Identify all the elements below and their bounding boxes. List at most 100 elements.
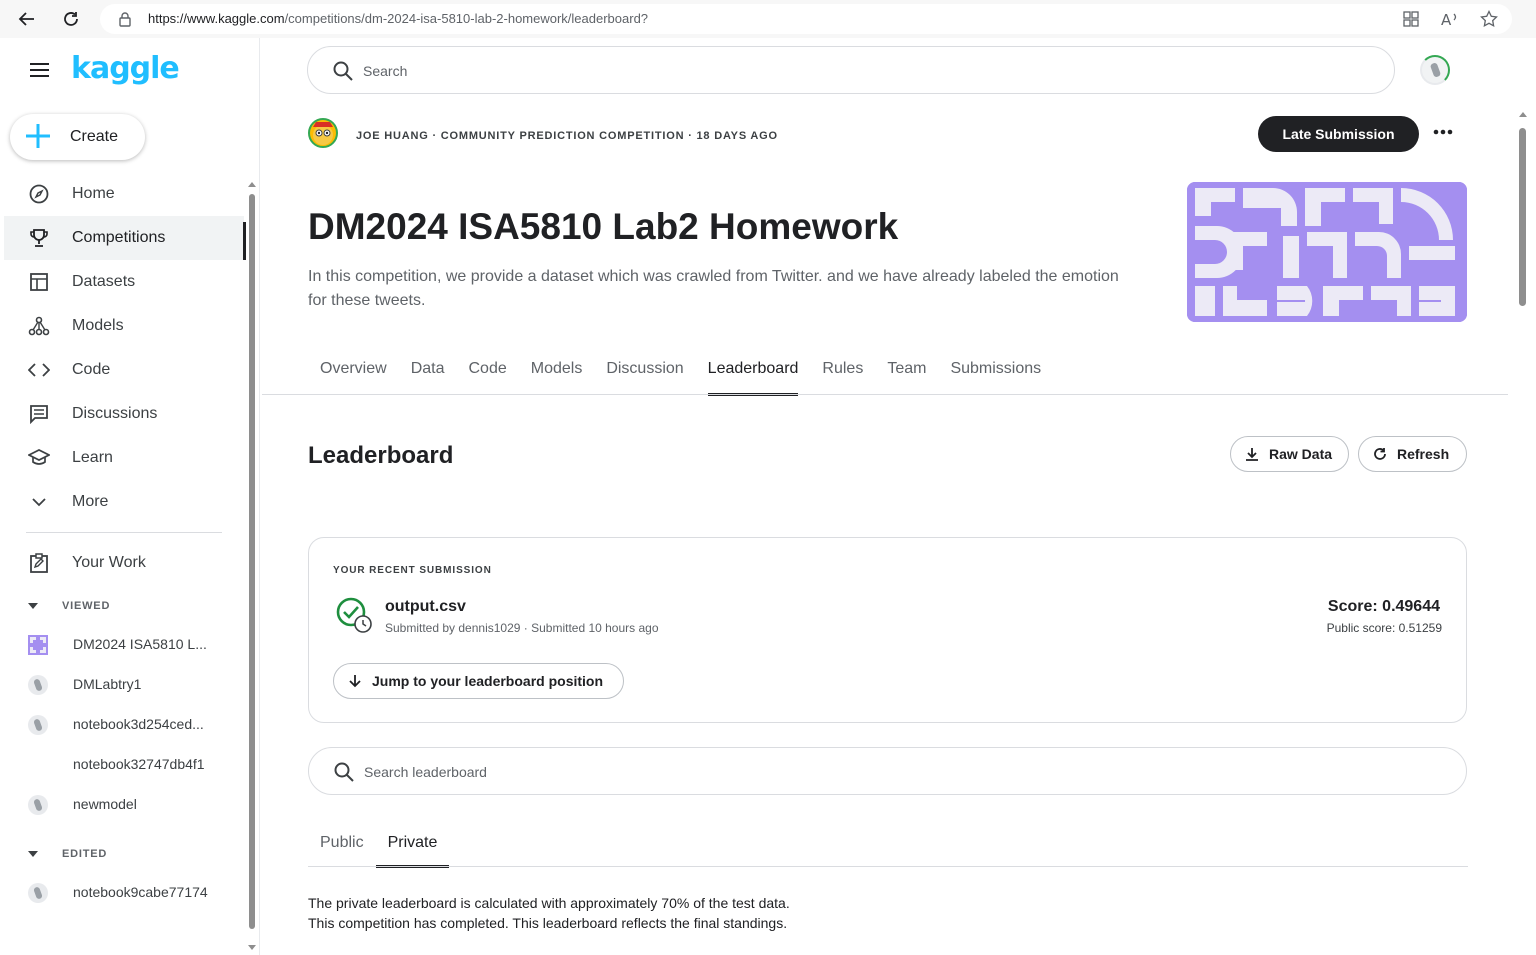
- address-bar[interactable]: https://www.kaggle.com/competitions/dm-2…: [100, 4, 1512, 34]
- tab-discussion[interactable]: Discussion: [606, 356, 683, 396]
- jump-to-position-button[interactable]: Jump to your leaderboard position: [333, 663, 624, 699]
- note-line: This competition has completed. This lea…: [308, 915, 788, 931]
- edited-item[interactable]: notebook9cabe77174: [28, 877, 228, 909]
- tab-leaderboard[interactable]: Leaderboard: [707, 356, 798, 396]
- sidebar-item-label: Models: [72, 317, 124, 334]
- url-text: https://www.kaggle.com/competitions/dm-2…: [148, 11, 649, 26]
- tab-private[interactable]: Private: [375, 830, 450, 868]
- viewed-item[interactable]: DMLabtry1: [28, 669, 228, 701]
- read-aloud-icon[interactable]: A: [1440, 10, 1460, 33]
- jump-label: Jump to your leaderboard position: [372, 673, 604, 689]
- tab-code[interactable]: Code: [468, 356, 506, 396]
- sidebar-item-label: Learn: [72, 449, 113, 466]
- site-search-input[interactable]: Search: [307, 46, 1395, 94]
- late-submission-button[interactable]: Late Submission: [1258, 116, 1419, 152]
- edited-section-toggle[interactable]: EDITED: [28, 848, 107, 860]
- raw-data-button[interactable]: Raw Data: [1230, 436, 1349, 472]
- scroll-down-icon: [248, 945, 256, 950]
- tab-rules[interactable]: Rules: [822, 356, 863, 396]
- sidebar-item-label: More: [72, 493, 109, 510]
- sidebar-item-competitions[interactable]: Competitions: [4, 216, 246, 260]
- scroll-up-icon: [248, 182, 256, 187]
- sidebar-item-more[interactable]: More: [4, 480, 244, 524]
- sidebar-item-label: Competitions: [72, 229, 166, 246]
- search-icon: [333, 761, 355, 788]
- tab-public[interactable]: Public: [308, 830, 376, 868]
- sidebar-item-label: Datasets: [72, 273, 136, 290]
- clipboard-edit-icon: [28, 552, 50, 574]
- caret-down-icon: [28, 851, 38, 858]
- private-leaderboard-note: The private leaderboard is calculated wi…: [308, 893, 790, 933]
- sidebar-item-discussions[interactable]: Discussions: [4, 392, 244, 436]
- recent-submission-card: YOUR RECENT SUBMISSION output.csv Submit…: [308, 537, 1467, 723]
- host-avatar-icon[interactable]: [308, 118, 338, 148]
- menu-icon[interactable]: [30, 62, 50, 83]
- download-icon: [1246, 448, 1258, 461]
- viewed-item[interactable]: notebook32747db4f1: [28, 749, 228, 781]
- sidebar-item-label: Home: [72, 185, 115, 202]
- page-scrollbar[interactable]: [1518, 106, 1528, 955]
- favorite-star-icon[interactable]: [1480, 9, 1498, 33]
- viewed-item[interactable]: newmodel: [28, 789, 228, 821]
- sidebar-divider: [26, 532, 222, 533]
- refresh-label: Refresh: [1397, 446, 1450, 462]
- create-button[interactable]: Create: [10, 114, 145, 160]
- tab-models[interactable]: Models: [531, 356, 583, 396]
- back-arrow-icon[interactable]: [14, 6, 40, 32]
- competition-host-row: JOE HUANG · COMMUNITY PREDICTION COMPETI…: [308, 118, 808, 150]
- create-label: Create: [70, 128, 119, 145]
- active-indicator: [243, 222, 246, 260]
- compass-icon: [28, 183, 50, 205]
- leaderboard-tabs: Public Private: [308, 830, 450, 868]
- tab-team[interactable]: Team: [887, 356, 926, 396]
- sidebar-item-learn[interactable]: Learn: [4, 436, 244, 480]
- tabs-divider: [262, 394, 1508, 395]
- chevron-down-icon: [28, 491, 50, 513]
- user-avatar-icon: [28, 715, 48, 735]
- leaderboard-search-placeholder: Search leaderboard: [364, 764, 487, 780]
- submission-file-name[interactable]: output.csv: [385, 598, 466, 616]
- reload-icon[interactable]: [58, 6, 84, 32]
- sidebar-item-datasets[interactable]: Datasets: [4, 260, 244, 304]
- sidebar-item-home[interactable]: Home: [4, 172, 244, 216]
- sidebar-item-models[interactable]: Models: [4, 304, 244, 348]
- apps-icon[interactable]: [1402, 10, 1420, 33]
- viewed-item-label: DM2024 ISA5810 L...: [73, 636, 207, 652]
- leaderboard-search-input[interactable]: Search leaderboard: [308, 747, 1467, 795]
- edited-item-label: notebook9cabe77174: [73, 884, 208, 900]
- public-score: Public score: 0.51259: [1326, 621, 1442, 635]
- viewed-item-label: DMLabtry1: [73, 676, 142, 692]
- sidebar-item-code[interactable]: Code: [4, 348, 244, 392]
- raw-data-label: Raw Data: [1269, 446, 1333, 462]
- refresh-icon: [1374, 448, 1386, 460]
- sidebar-scroll-thumb[interactable]: [249, 194, 255, 929]
- more-options-icon[interactable]: [1432, 124, 1454, 144]
- competition-thumbnail-icon: [28, 635, 48, 655]
- lock-icon: [118, 11, 132, 32]
- tab-overview[interactable]: Overview: [320, 356, 387, 396]
- viewed-item[interactable]: notebook3d254ced...: [28, 709, 228, 741]
- viewed-item-label: notebook3d254ced...: [73, 716, 204, 732]
- search-icon: [332, 60, 354, 87]
- viewed-item[interactable]: DM2024 ISA5810 L...: [28, 629, 228, 661]
- user-avatar-button[interactable]: [1420, 55, 1450, 85]
- sidebar-item-your-work[interactable]: Your Work: [4, 541, 244, 585]
- plus-icon: [24, 122, 52, 153]
- recent-submission-heading: YOUR RECENT SUBMISSION: [333, 565, 492, 576]
- tab-submissions[interactable]: Submissions: [950, 356, 1041, 396]
- arrow-down-icon: [349, 675, 361, 688]
- user-avatar-icon: [28, 675, 48, 695]
- kaggle-logo[interactable]: kaggle: [71, 51, 180, 86]
- page-scroll-thumb[interactable]: [1519, 128, 1526, 306]
- user-avatar-icon: [28, 883, 48, 903]
- table-icon: [28, 271, 50, 293]
- tab-data[interactable]: Data: [411, 356, 445, 396]
- viewed-item-label: notebook32747db4f1: [73, 756, 205, 772]
- viewed-section-toggle[interactable]: VIEWED: [28, 600, 110, 612]
- note-line: The private leaderboard is calculated wi…: [308, 895, 790, 911]
- sidebar-scrollbar[interactable]: [247, 182, 257, 950]
- viewed-item-label: newmodel: [73, 796, 137, 812]
- leaderboard-heading: Leaderboard: [308, 442, 454, 469]
- refresh-button[interactable]: Refresh: [1358, 436, 1467, 472]
- models-icon: [28, 315, 50, 337]
